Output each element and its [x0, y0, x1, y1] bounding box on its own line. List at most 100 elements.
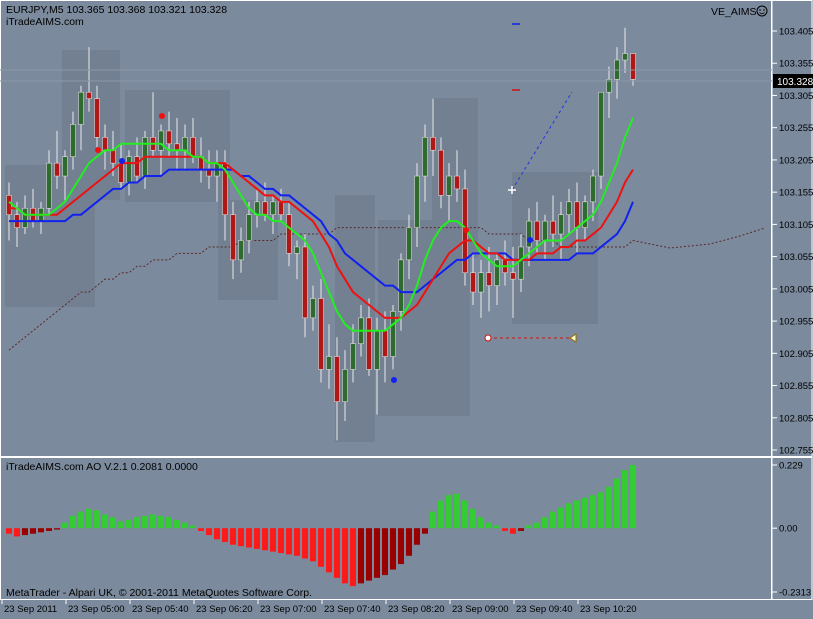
price-tick-label: 103.255: [779, 123, 813, 134]
signal-dot-red: [95, 147, 101, 153]
candle-body: [294, 246, 300, 254]
candle-body: [182, 137, 188, 151]
candle-body: [270, 201, 276, 216]
ao-bar: [38, 528, 44, 533]
ao-bar: [454, 493, 460, 529]
ao-bar: [422, 528, 428, 534]
price-tick-label: 102.955: [779, 317, 813, 328]
ao-bar: [230, 528, 236, 545]
price-tick-label: 103.155: [779, 188, 813, 199]
time-tick-label: 23 Sep 05:00: [68, 604, 125, 615]
ao-bar: [110, 517, 116, 529]
price-tick-label: 103.405: [779, 27, 813, 38]
candle-body: [262, 201, 268, 216]
ao-bar: [430, 511, 436, 529]
ao-tick-label: 0.229: [779, 461, 803, 472]
candle-body: [406, 227, 412, 261]
ao-bar: [222, 528, 228, 542]
session-box: [512, 172, 598, 324]
ao-bar: [182, 522, 188, 529]
ao-bar: [94, 510, 100, 529]
candle-body: [22, 207, 28, 228]
candle-body: [6, 195, 12, 216]
ao-tick-label: 0.00: [779, 524, 798, 535]
ao-bar: [542, 517, 548, 529]
ao-bar: [502, 528, 508, 531]
ao-bar: [510, 528, 516, 534]
ao-bar: [406, 528, 412, 556]
symbol-line: EURJPY,M5 103.365 103.368 103.321 103.32…: [6, 4, 227, 16]
candle-body: [54, 162, 60, 177]
price-tick-label: 103.105: [779, 220, 813, 231]
ao-bar: [518, 528, 524, 531]
current-price-label: 103.328: [777, 77, 813, 88]
ao-bar: [582, 497, 588, 529]
price-tick-label: 102.805: [779, 413, 813, 424]
ao-bar: [14, 528, 20, 537]
candle-body: [430, 137, 436, 151]
candle-body: [326, 356, 332, 370]
ao-bar: [86, 508, 92, 529]
candle-body: [126, 156, 132, 183]
ao-bar: [270, 528, 276, 552]
ao-bar: [446, 495, 452, 529]
candle-body: [118, 162, 124, 183]
ao-bar: [366, 528, 372, 581]
candle-body: [470, 272, 476, 293]
ao-bar: [134, 517, 140, 529]
candle-body: [622, 53, 628, 61]
candle-body: [102, 137, 108, 151]
candle-body: [62, 156, 68, 177]
ao-bar: [126, 519, 132, 529]
ao-bar: [606, 486, 612, 529]
ao-bar: [438, 500, 444, 529]
ao-bar: [374, 528, 380, 578]
candle-body: [78, 91, 84, 125]
ao-bar: [318, 528, 324, 567]
ao-bar: [254, 528, 260, 549]
time-tick-label: 23 Sep 08:20: [388, 604, 445, 615]
ao-bar: [310, 528, 316, 562]
signal-dot-blue: [391, 377, 397, 383]
ao-bar: [286, 528, 292, 555]
ao-bar: [30, 528, 36, 534]
price-tick-label: 103.305: [779, 91, 813, 102]
candle-body: [158, 130, 164, 151]
ao-bar: [630, 465, 636, 529]
ao-bar: [390, 528, 396, 570]
candle-body: [558, 214, 564, 235]
candle-body: [374, 330, 380, 370]
ao-bar: [294, 528, 300, 556]
subwindow-title: iTradeAIMS.com AO V.2.1 0.2081 0.0000: [6, 461, 198, 473]
candle-body: [366, 317, 372, 370]
ao-bar: [62, 522, 68, 529]
candle-body: [230, 214, 236, 261]
candle-body: [550, 220, 556, 235]
ao-bar: [326, 528, 332, 573]
candle-body: [526, 220, 532, 248]
ao-bar: [382, 528, 388, 576]
candle-body: [86, 91, 92, 99]
candle-body: [422, 137, 428, 177]
candle-body: [542, 220, 548, 241]
ao-bar: [302, 528, 308, 559]
site-label: iTradeAIMS.com: [6, 16, 84, 28]
chart-root: 103.405 103.355 103.305 103.255 103.205 103.1…: [0, 0, 813, 619]
candle-body: [534, 220, 540, 241]
ao-bar: [190, 525, 196, 529]
signal-dot-blue: [119, 158, 125, 164]
candle-body: [438, 149, 444, 196]
ao-bar: [334, 528, 340, 578]
ao-bar: [574, 500, 580, 529]
candle-body: [518, 246, 524, 280]
ao-bar: [614, 478, 620, 529]
time-tick-label: 23 Sep 07:00: [260, 604, 317, 615]
time-tick-label: 23 Sep 05:40: [132, 604, 189, 615]
candle-body: [134, 156, 140, 177]
ao-bar: [22, 528, 28, 536]
ao-bar: [534, 522, 540, 529]
signal-dot-red: [463, 227, 469, 233]
ao-bar: [494, 525, 500, 529]
ao-bar: [566, 503, 572, 529]
candle-body: [590, 175, 596, 203]
